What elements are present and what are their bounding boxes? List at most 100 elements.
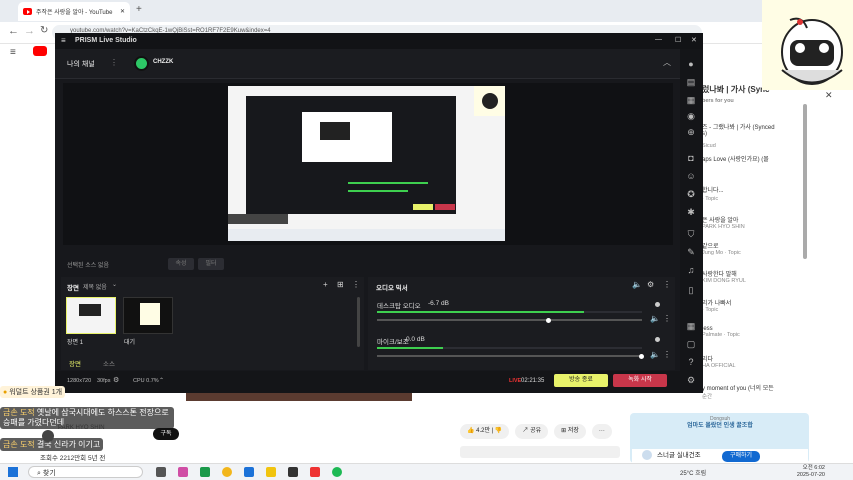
new-tab-icon[interactable]: +: [136, 4, 142, 15]
taskbar-search[interactable]: ⌕ 찾기: [28, 466, 143, 478]
playlist-item[interactable]: aps Love (사랑인가요) (몰: [702, 154, 769, 163]
desktop-audio-mute-icon[interactable]: 🔈: [650, 314, 660, 323]
close-tab-icon[interactable]: ✕: [120, 8, 125, 15]
chevron-down-icon[interactable]: ⌄: [112, 281, 117, 288]
app-icon[interactable]: [288, 467, 298, 477]
channel-avatar[interactable]: [42, 430, 54, 442]
browser-tab[interactable]: 주작은 사랑을 알아 - YouTube ✕: [18, 2, 130, 21]
layout-icon[interactable]: ▤: [686, 77, 696, 87]
scene-scrollbar[interactable]: [357, 297, 360, 347]
notice-icon[interactable]: ▢: [686, 339, 696, 349]
share-button[interactable]: ↗ 공유: [515, 424, 549, 439]
close-icon[interactable]: ✕: [825, 90, 833, 101]
camera-add-icon[interactable]: ⊕: [686, 127, 696, 137]
like-button[interactable]: 👍 4.2만 | 👎: [460, 424, 510, 439]
mic-aux-mute-icon[interactable]: 🔈: [650, 350, 660, 359]
brush-icon[interactable]: ✎: [686, 247, 696, 257]
system-clock[interactable]: 오전 6:02 2025-07-20: [797, 465, 825, 479]
chat-icon[interactable]: ◉: [686, 111, 696, 121]
mic-aux-more-icon[interactable]: ⋮: [663, 350, 671, 359]
windows-start-icon[interactable]: [8, 467, 18, 477]
scene-1-label[interactable]: 장면 1: [67, 337, 83, 346]
menu-icon[interactable]: ≡: [10, 47, 16, 58]
scene-collection-dropdown[interactable]: 제목 없음: [83, 282, 107, 291]
playlist-item-current[interactable]: 은 사랑을 알아 PARK HYO SHIN: [702, 215, 745, 230]
chevron-up-icon[interactable]: ⌃: [159, 377, 164, 384]
scene-2-label[interactable]: 대기: [124, 337, 135, 346]
task-view-icon[interactable]: [156, 467, 166, 477]
minimize-icon[interactable]: —: [655, 36, 662, 43]
prism-menu-icon[interactable]: ≡: [61, 36, 66, 45]
desktop-audio-link-icon[interactable]: [655, 302, 660, 307]
tab-scene[interactable]: 장면: [69, 358, 81, 368]
desktop-audio-volume-slider[interactable]: [377, 317, 642, 323]
playlist-item[interactable]: 리가 나빠서 · Topic: [702, 298, 731, 313]
channel-name[interactable]: PARK HYO SHIN: [58, 425, 105, 431]
scene-more-icon[interactable]: ⋮: [352, 280, 360, 289]
desktop-audio-more-icon[interactable]: ⋮: [663, 314, 671, 323]
audio-more-icon[interactable]: ⋮: [663, 280, 671, 289]
channel-name[interactable]: CHZZK: [153, 59, 173, 65]
output-settings-gear-icon[interactable]: ⚙: [113, 376, 119, 384]
playlist-item[interactable]: y moment of you (너의 모든 순간: [702, 383, 774, 400]
save-button[interactable]: ⊞ 저장: [554, 424, 586, 439]
help-icon[interactable]: ?: [686, 357, 696, 367]
tab-source[interactable]: 소스: [103, 358, 115, 368]
mic-aux-link-icon[interactable]: [655, 337, 660, 342]
face-icon[interactable]: ☺: [686, 171, 696, 181]
scene-thumbnail-1[interactable]: [66, 297, 116, 334]
youtube-logo-icon[interactable]: [33, 46, 47, 56]
properties-button[interactable]: 속성: [168, 258, 194, 270]
shield-icon[interactable]: ⛉: [686, 229, 696, 239]
settings-gear-icon[interactable]: ⚙: [647, 280, 654, 289]
back-icon[interactable]: ←: [8, 25, 19, 37]
grid-view-icon[interactable]: ⊞: [337, 280, 344, 289]
scene-thumbnail-2[interactable]: [123, 297, 173, 334]
forward-icon[interactable]: →: [24, 25, 35, 37]
add-scene-icon[interactable]: +: [323, 280, 328, 289]
reload-icon[interactable]: ↻: [40, 25, 48, 36]
effect-icon[interactable]: ✱: [686, 207, 696, 217]
playlist-item[interactable]: 리다 HA OFFICIAL: [702, 354, 736, 369]
subscribe-button[interactable]: 구독: [153, 428, 179, 440]
app-icon[interactable]: [178, 467, 188, 477]
app-icon[interactable]: [310, 467, 320, 477]
playlist-item[interactable]: less Palmate · Topic: [702, 326, 740, 338]
mic-aux-volume-knob[interactable]: [639, 353, 644, 359]
description-box[interactable]: [460, 446, 620, 458]
playlist-item[interactable]: 렀나봐 | 가사 (Sync bers for you: [702, 84, 770, 104]
collapse-icon[interactable]: ︿: [663, 57, 671, 68]
camera-icon[interactable]: ◘: [686, 153, 696, 163]
music-icon[interactable]: ♫: [686, 265, 696, 275]
close-window-icon[interactable]: ✕: [691, 36, 697, 44]
start-recording-button[interactable]: 녹화 시작: [613, 374, 667, 387]
playlist-item[interactable]: 즈 - 그랬나봐 | 가사 (Synced s): [702, 122, 775, 137]
chrome-icon[interactable]: [222, 467, 232, 477]
desktop-audio-volume-knob[interactable]: [546, 317, 552, 323]
sticker-icon[interactable]: ✪: [686, 189, 696, 199]
playlist-item[interactable]: 합니다...: [702, 185, 724, 194]
profile-icon[interactable]: ●: [686, 59, 696, 69]
mic-aux-volume-slider[interactable]: [377, 353, 644, 359]
end-broadcast-button[interactable]: 방송 종료: [554, 374, 608, 387]
settings-icon[interactable]: ⚙: [686, 375, 696, 385]
apps-icon[interactable]: ▦: [686, 321, 696, 331]
more-actions-button[interactable]: ···: [591, 424, 612, 439]
widget-icon[interactable]: ▦: [686, 95, 696, 105]
spotify-icon[interactable]: [332, 467, 342, 477]
playlist-item[interactable]: 사랑한다 말해 KIM DONG RYUL: [702, 269, 746, 284]
battery-icon[interactable]: ▯: [686, 285, 696, 295]
weather-widget[interactable]: 25°C 흐림: [680, 468, 706, 477]
stream-preview[interactable]: [228, 86, 505, 241]
filter-button[interactable]: 필터: [198, 258, 224, 270]
maximize-icon[interactable]: ☐: [675, 36, 681, 44]
app-icon[interactable]: [200, 467, 210, 477]
speaker-icon[interactable]: 🔈: [632, 280, 642, 289]
playlist-scrollbar[interactable]: [803, 104, 807, 259]
buy-button[interactable]: 구매하기: [722, 451, 760, 462]
edge-icon[interactable]: [244, 467, 254, 477]
more-icon[interactable]: ⋮: [110, 58, 118, 67]
folder-icon[interactable]: [266, 467, 276, 477]
playlist-item[interactable]: 같으로 Jung Mo · Topic: [702, 241, 741, 256]
my-channel-tab[interactable]: 나의 채널: [67, 59, 95, 69]
